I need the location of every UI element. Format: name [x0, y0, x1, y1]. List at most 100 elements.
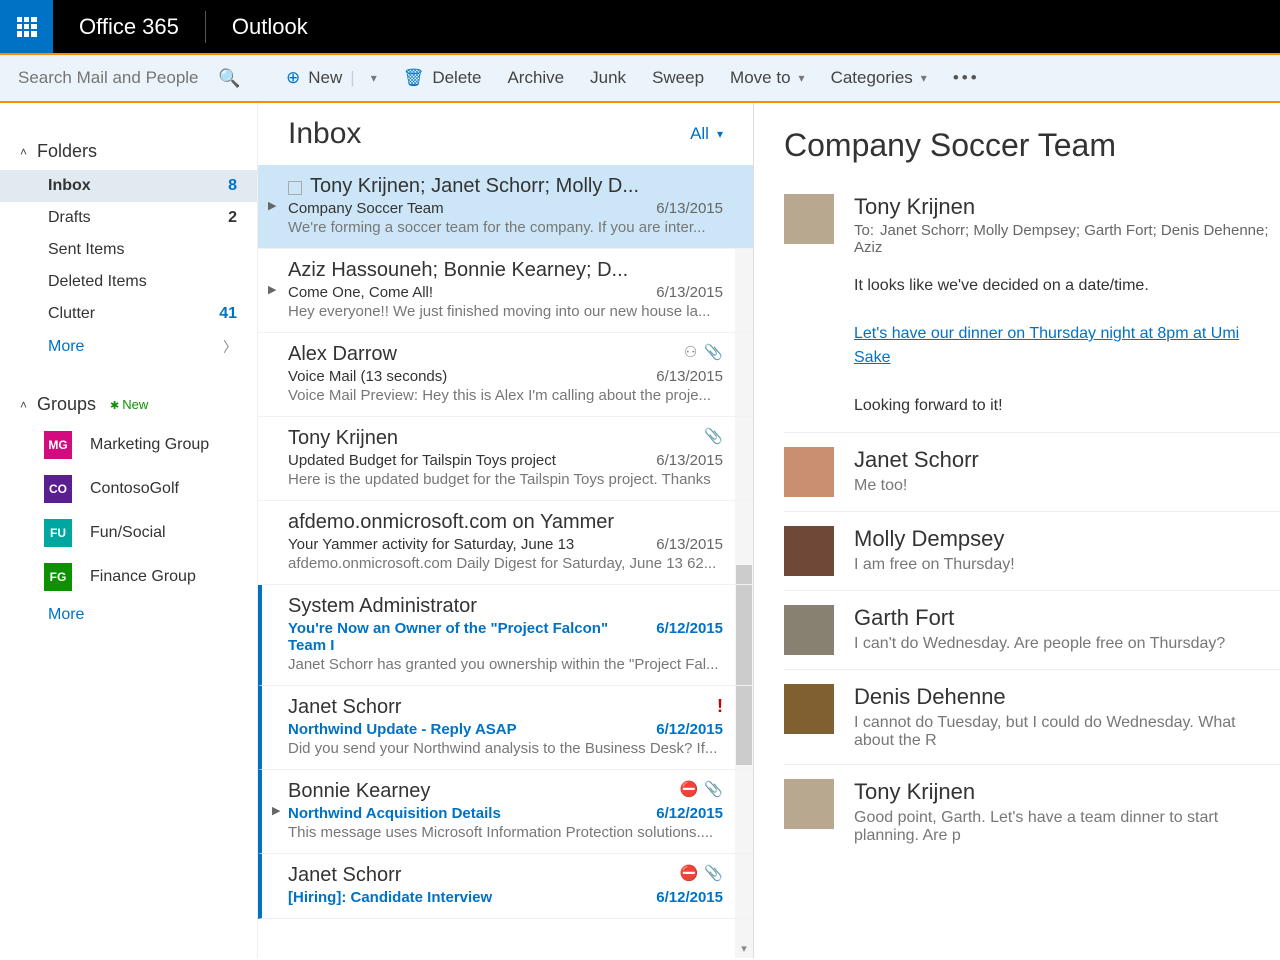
- search-input[interactable]: [18, 68, 208, 88]
- message-to: To:Janet Schorr; Molly Dempsey; Garth Fo…: [854, 222, 1280, 256]
- email-item[interactable]: ▶Bonnie Kearney⛔📎Northwind Acquisition D…: [258, 770, 753, 854]
- email-item[interactable]: Janet Schorr⛔📎[Hiring]: Candidate Interv…: [258, 854, 753, 919]
- email-subject: You're Now an Owner of the "Project Falc…: [288, 620, 646, 654]
- conversation-message[interactable]: Molly DempseyI am free on Thursday!: [784, 511, 1280, 590]
- folder-drafts[interactable]: Drafts2: [0, 202, 257, 234]
- delete-label: Delete: [432, 68, 481, 88]
- avatar: [784, 447, 834, 497]
- checkbox[interactable]: [288, 181, 302, 195]
- new-button[interactable]: ⊕ New | ▾: [286, 68, 377, 88]
- email-preview: Janet Schorr has granted you ownership w…: [288, 656, 723, 673]
- email-item[interactable]: ▶ Aziz Hassouneh; Bonnie Kearney; D... Com…: [258, 249, 753, 333]
- email-item[interactable]: Janet Schorr!Northwind Update - Reply AS…: [258, 686, 753, 770]
- reading-pane: Company Soccer Team Tony KrijnenTo:Janet…: [754, 103, 1280, 958]
- folder-pane: ˄ Folders Inbox8Drafts2Sent Items Deleted…: [0, 103, 258, 958]
- filter-dropdown[interactable]: All ▾: [690, 124, 723, 144]
- folder-inbox[interactable]: Inbox8: [0, 170, 257, 202]
- new-label: New: [308, 68, 342, 88]
- email-subject: Come One, Come All!: [288, 284, 433, 301]
- group-avatar: CO: [44, 475, 72, 503]
- chevron-right-icon: 〉: [223, 337, 237, 357]
- chevron-down-icon[interactable]: ▾: [371, 71, 377, 85]
- group-fun-social[interactable]: FUFun/Social: [0, 511, 257, 555]
- email-preview: afdemo.onmicrosoft.com Daily Digest for …: [288, 555, 723, 572]
- message-list-header: Inbox All ▾: [258, 103, 753, 165]
- attachment-icon: 📎: [704, 864, 723, 882]
- conversation-message[interactable]: Garth FortI can't do Wednesday. Are peop…: [784, 590, 1280, 669]
- conversation-message[interactable]: Tony KrijnenGood point, Garth. Let's hav…: [784, 764, 1280, 859]
- email-from: Alex Darrow: [288, 343, 397, 365]
- conversation-message[interactable]: Denis Dehenne I cannot do Tuesday, but I …: [784, 669, 1280, 764]
- folders-more-link[interactable]: More 〉: [0, 330, 257, 364]
- delete-button[interactable]: 🗑 Delete: [403, 68, 482, 88]
- message-from: Denis Dehenne: [854, 684, 1280, 710]
- categories-button[interactable]: Categories▾: [831, 68, 927, 88]
- message-snippet: I am free on Thursday!: [854, 556, 1280, 574]
- email-date: 6/12/2015: [656, 889, 723, 906]
- folder-label: Inbox: [48, 177, 91, 195]
- email-preview: Here is the updated budget for the Tails…: [288, 471, 723, 488]
- groups-more-link[interactable]: More: [0, 599, 257, 631]
- more-button[interactable]: •••: [953, 68, 980, 88]
- sweep-button[interactable]: Sweep: [652, 68, 704, 88]
- conversation-message[interactable]: Janet Schorr Me too!: [784, 432, 1280, 511]
- conversation-title: Company Soccer Team: [784, 127, 1280, 164]
- message-snippet: Good point, Garth. Let's have a team din…: [854, 809, 1280, 845]
- archive-button[interactable]: Archive: [507, 68, 564, 88]
- folder-deleted-items[interactable]: Deleted Items: [0, 266, 257, 298]
- search-icon[interactable]: 🔍: [218, 68, 240, 89]
- email-item[interactable]: afdemo.onmicrosoft.com on YammerYour Yam…: [258, 501, 753, 585]
- folder-label: Deleted Items: [48, 273, 147, 291]
- email-preview: Hey everyone!! We just finished moving i…: [288, 303, 723, 320]
- email-subject: Your Yammer activity for Saturday, June …: [288, 536, 574, 553]
- chevron-up-icon: ˄: [20, 398, 27, 412]
- group-avatar: FU: [44, 519, 72, 547]
- expand-icon[interactable]: ▶: [272, 804, 280, 817]
- waffle-icon: [17, 17, 37, 37]
- junk-button[interactable]: Junk: [590, 68, 626, 88]
- message-from: Janet Schorr: [854, 447, 1280, 473]
- email-date: 6/12/2015: [656, 620, 723, 654]
- email-item[interactable]: Tony Krijnen📎Updated Budget for Tailspin…: [258, 417, 753, 501]
- message-snippet: I can't do Wednesday. Are people free on…: [854, 635, 1280, 653]
- group-label: Finance Group: [90, 568, 196, 586]
- email-item[interactable]: ▶Tony Krijnen; Janet Schorr; Molly D...C…: [258, 165, 753, 249]
- group-finance-group[interactable]: FG Finance Group: [0, 555, 257, 599]
- command-bar: 🔍 ⊕ New | ▾ 🗑 Delete Archive Junk Sweep …: [0, 55, 1280, 103]
- conversation-message[interactable]: Tony KrijnenTo:Janet Schorr; Molly Demps…: [784, 194, 1280, 432]
- email-date: 6/12/2015: [656, 721, 723, 738]
- group-marketing-group[interactable]: MGMarketing Group: [0, 423, 257, 467]
- email-from: Janet Schorr: [288, 864, 401, 886]
- group-contosogolf[interactable]: COContosoGolf: [0, 467, 257, 511]
- folder-clutter[interactable]: Clutter41: [0, 298, 257, 330]
- voicemail-icon: ⚇: [684, 343, 698, 361]
- expand-icon[interactable]: ▶: [268, 283, 276, 296]
- attachment-icon: 📎: [704, 427, 723, 445]
- email-date: 6/12/2015: [656, 805, 723, 822]
- message-snippet: Me too!: [854, 477, 1280, 495]
- email-item[interactable]: System Administrator You're Now an Owner …: [258, 585, 753, 686]
- folders-header[interactable]: ˄ Folders: [0, 133, 257, 170]
- folder-sent-items[interactable]: Sent Items: [0, 234, 257, 266]
- attachment-icon: 📎: [704, 343, 723, 361]
- moveto-button[interactable]: Move to▾: [730, 68, 805, 88]
- group-avatar: FG: [44, 563, 72, 591]
- chevron-up-icon: ˄: [20, 145, 27, 159]
- groups-header[interactable]: ˄ Groups New: [0, 386, 257, 423]
- message-snippet: I cannot do Tuesday, but I could do Wedn…: [854, 714, 1280, 750]
- email-subject: Updated Budget for Tailspin Toys project: [288, 452, 556, 469]
- message-body: It looks like we've decided on a date/ti…: [854, 274, 1280, 418]
- folder-title: Inbox: [288, 117, 361, 151]
- email-from: System Administrator: [288, 595, 477, 617]
- scroll-down-icon[interactable]: ▾: [735, 938, 753, 958]
- important-icon: !: [717, 696, 723, 717]
- email-item[interactable]: Alex Darrow⚇📎Voice Mail (13 seconds)6/13…: [258, 333, 753, 417]
- search-box[interactable]: 🔍: [0, 68, 256, 89]
- email-from: Aziz Hassouneh; Bonnie Kearney; D...: [288, 259, 628, 281]
- meeting-link[interactable]: Let's have our dinner on Thursday night …: [854, 325, 1239, 366]
- email-date: 6/13/2015: [656, 200, 723, 217]
- app-launcher-button[interactable]: [0, 0, 53, 53]
- new-badge: New: [110, 397, 148, 412]
- email-date: 6/13/2015: [656, 284, 723, 301]
- expand-icon[interactable]: ▶: [268, 199, 276, 212]
